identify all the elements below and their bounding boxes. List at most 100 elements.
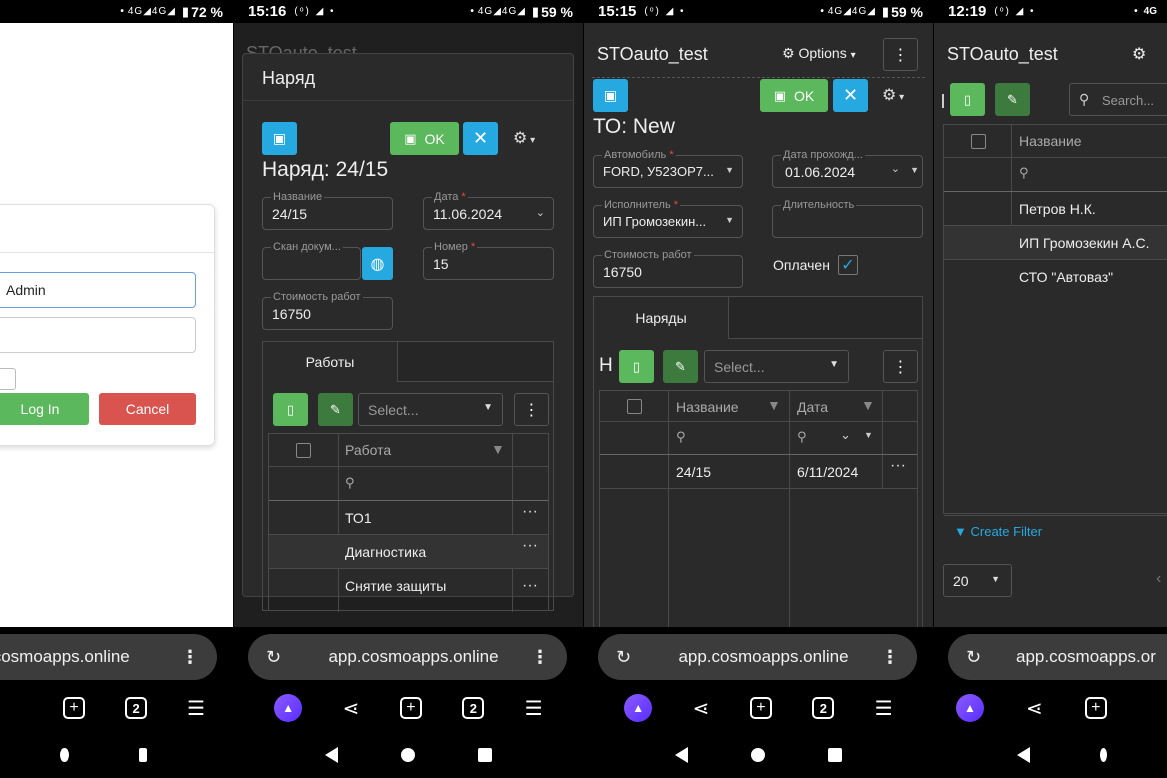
page-size-select[interactable]: 20 ▼: [943, 564, 1012, 597]
column-header-name[interactable]: Название: [1019, 133, 1082, 149]
add-row-button[interactable]: ▯: [950, 83, 985, 116]
filter-icon[interactable]: ▼: [861, 397, 875, 413]
back-icon[interactable]: [675, 747, 689, 763]
select-all-checkbox[interactable]: [296, 443, 311, 458]
menu-icon[interactable]: ☰: [525, 696, 543, 721]
row-more-icon[interactable]: ···: [522, 503, 538, 521]
recents-icon[interactable]: [477, 748, 492, 762]
select-all-checkbox[interactable]: [971, 134, 986, 149]
tabs-count-icon[interactable]: 2: [462, 697, 485, 719]
filter-icon[interactable]: ▼: [491, 441, 505, 457]
search-icon[interactable]: ⚲: [676, 429, 686, 445]
number-field[interactable]: Номер * 15: [423, 241, 554, 280]
tab-works[interactable]: Работы: [263, 342, 398, 382]
column-header-work[interactable]: Работа: [345, 442, 391, 458]
home-icon[interactable]: [60, 748, 69, 762]
more-vert-icon[interactable]: ⋮: [531, 647, 549, 668]
create-filter-link[interactable]: ▼ Create Filter: [954, 524, 1042, 539]
add-row-button[interactable]: ▯: [619, 350, 654, 383]
new-tab-icon[interactable]: +: [63, 697, 86, 719]
alice-assistant-icon[interactable]: ▲: [274, 694, 303, 722]
login-button[interactable]: Log In: [0, 393, 89, 425]
ok-button[interactable]: ▣ OK: [760, 79, 828, 112]
inspection-date-field[interactable]: Дата прохожд... 01.06.2024 ⌄ ▼: [772, 149, 923, 188]
edit-row-button[interactable]: ✎: [318, 393, 353, 426]
share-icon[interactable]: ⋖: [693, 696, 710, 721]
share-icon[interactable]: ⋖: [1026, 696, 1043, 721]
cost-field[interactable]: Стоимость работ 16750: [593, 249, 743, 288]
table-row[interactable]: Снятие защиты ···: [269, 569, 548, 602]
edit-row-button[interactable]: ✎: [995, 83, 1030, 116]
more-vert-icon[interactable]: ⋮: [181, 647, 199, 668]
options-menu[interactable]: ⚙ Options ▾: [782, 45, 856, 62]
menu-icon[interactable]: ☰: [187, 696, 205, 721]
new-tab-icon[interactable]: +: [1084, 697, 1107, 719]
search-icon[interactable]: ⚲: [1019, 165, 1029, 181]
executor-field[interactable]: Исполнитель * ИП Громозекин... ▼: [593, 199, 743, 238]
close-button[interactable]: ✕: [463, 122, 498, 155]
search-icon[interactable]: ⚲: [345, 475, 355, 491]
paid-checkbox[interactable]: ✓: [838, 255, 858, 275]
name-field[interactable]: Название 24/15: [262, 191, 393, 230]
select-dropdown[interactable]: Select... ▼: [704, 350, 849, 383]
password-input[interactable]: [0, 317, 196, 353]
tabs-count-icon[interactable]: 2: [812, 697, 835, 719]
home-icon[interactable]: [1100, 748, 1107, 762]
share-icon[interactable]: ⋖: [343, 696, 360, 721]
table-row[interactable]: Диагностика ···: [269, 535, 548, 568]
new-tab-icon[interactable]: +: [749, 697, 772, 719]
tab-orders[interactable]: Наряды: [594, 297, 729, 339]
car-field[interactable]: Автомобиль * FORD, У523ОР7... ▼: [593, 149, 743, 188]
column-header-date[interactable]: Дата: [797, 399, 828, 415]
menu-icon[interactable]: ☰: [875, 696, 893, 721]
address-bar[interactable]: .cosmoapps.online ⋮: [0, 634, 217, 680]
gear-menu-button[interactable]: ⚙ ▾: [882, 85, 904, 105]
duration-field[interactable]: Длительность: [772, 199, 923, 238]
alice-assistant-icon[interactable]: ▲: [624, 694, 653, 722]
chevron-down-icon[interactable]: ⌄: [840, 427, 851, 443]
more-options-button[interactable]: ⋮: [514, 393, 549, 426]
row-more-icon[interactable]: ···: [522, 577, 538, 595]
username-input[interactable]: Admin: [0, 272, 196, 308]
alice-assistant-icon[interactable]: ▲: [956, 694, 984, 722]
row-more-icon[interactable]: ···: [522, 537, 538, 555]
address-bar[interactable]: ↻ app.cosmoapps.or: [948, 634, 1167, 680]
more-options-button[interactable]: ⋮: [883, 350, 918, 383]
caret-down-icon[interactable]: ▼: [864, 430, 873, 440]
home-icon[interactable]: [750, 748, 765, 762]
recents-icon[interactable]: [827, 748, 842, 762]
address-bar[interactable]: ↻ app.cosmoapps.online ⋮: [598, 634, 917, 680]
search-input[interactable]: ⚲ Search...: [1069, 83, 1167, 116]
reload-icon[interactable]: ↻: [266, 647, 296, 668]
list-item[interactable]: ИП Громозекин А.С.: [944, 226, 1167, 259]
edit-row-button[interactable]: ✎: [663, 350, 698, 383]
select-all-checkbox[interactable]: [627, 399, 642, 414]
recents-icon[interactable]: [138, 748, 147, 762]
back-icon[interactable]: [325, 747, 339, 763]
home-icon[interactable]: [400, 748, 415, 762]
chevron-left-icon[interactable]: ‹: [1156, 570, 1161, 588]
filter-icon[interactable]: ▼: [767, 397, 781, 413]
search-icon[interactable]: ⚲: [797, 429, 807, 445]
globe-button[interactable]: ◍: [362, 247, 393, 280]
table-row[interactable]: ТО1 ···: [269, 501, 548, 534]
more-vert-icon[interactable]: ⋮: [881, 647, 899, 668]
table-row[interactable]: 24/15 6/11/2024 ···: [600, 455, 917, 488]
gear-icon[interactable]: ⚙: [1132, 44, 1146, 64]
date-field[interactable]: Дата * 11.06.2024 ⌄: [423, 191, 554, 230]
remember-checkbox[interactable]: [0, 368, 16, 390]
reload-icon[interactable]: ↻: [966, 647, 996, 668]
select-dropdown[interactable]: Select... ▼: [358, 393, 503, 426]
ok-button[interactable]: ▣ OK: [390, 122, 459, 155]
cost-field[interactable]: Стоимость работ 16750: [262, 291, 393, 330]
list-item[interactable]: Петров Н.К.: [944, 192, 1167, 225]
address-bar[interactable]: ↻ app.cosmoapps.online ⋮: [248, 634, 567, 680]
new-tab-icon[interactable]: +: [399, 697, 422, 719]
save-button[interactable]: ▣: [262, 122, 297, 155]
back-icon[interactable]: [1017, 747, 1030, 763]
close-button[interactable]: ✕: [833, 79, 868, 112]
app-more-button[interactable]: ⋮: [883, 38, 918, 71]
gear-menu-button[interactable]: ⚙ ▾: [513, 128, 535, 148]
save-button[interactable]: ▣: [593, 79, 628, 112]
column-header-name[interactable]: Название: [676, 399, 739, 415]
